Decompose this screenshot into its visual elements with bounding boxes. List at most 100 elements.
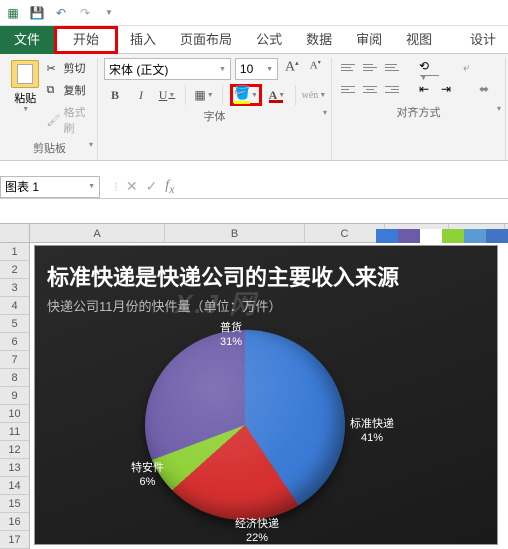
increase-font-button[interactable]: A▴	[282, 59, 301, 79]
align-left-button[interactable]	[338, 80, 358, 98]
decrease-indent-button[interactable]: ⇤	[416, 80, 436, 98]
row-header[interactable]: 16	[0, 513, 29, 531]
copy-label: 复制	[62, 81, 86, 99]
tab-insert[interactable]: 插入	[118, 26, 168, 54]
pie-plot-area: 标准快递 41% 经济快递 22% 特安件 6% 普货 31%	[35, 321, 497, 541]
excel-icon: ▦	[4, 4, 22, 22]
data-label-economy: 经济快递 22%	[235, 517, 279, 546]
align-top-button[interactable]	[338, 58, 358, 76]
column-header[interactable]: C	[305, 224, 385, 242]
pie-slices	[145, 330, 345, 520]
align-center-button[interactable]	[360, 80, 380, 98]
tab-view[interactable]: 视图	[394, 26, 444, 54]
underline-button[interactable]: U▼	[156, 84, 178, 106]
decrease-font-button[interactable]: A▾	[306, 59, 325, 79]
tab-formula[interactable]: 公式	[244, 26, 294, 54]
row-header[interactable]: 8	[0, 369, 29, 387]
select-all-corner[interactable]	[0, 224, 30, 242]
align-group: ⟲▼ ⤶ ⇤ ⇥ ⬌ 对齐方式	[332, 58, 506, 160]
qat-dropdown-icon[interactable]: ▼	[100, 4, 118, 22]
cancel-formula-button[interactable]: ✕	[126, 178, 138, 195]
tab-file[interactable]: 文件	[0, 26, 54, 54]
cut-button[interactable]: ✂剪切	[44, 58, 91, 78]
format-painter-label: 格式刷	[62, 103, 90, 137]
row-header[interactable]: 7	[0, 351, 29, 369]
name-box[interactable]: 图表 1 ▼	[0, 176, 100, 198]
swatch	[486, 229, 508, 243]
fill-color-button[interactable]: ▼	[230, 84, 262, 106]
column-header[interactable]: B	[165, 224, 305, 242]
chevron-down-icon: ▼	[266, 66, 273, 73]
redo-icon[interactable]: ↷	[76, 4, 94, 22]
merge-button[interactable]: ⬌	[476, 80, 496, 98]
fx-icon[interactable]: fx	[165, 178, 174, 196]
paste-icon	[11, 60, 39, 88]
row-header[interactable]: 6	[0, 333, 29, 351]
clipboard-group-label: 剪贴板	[8, 138, 91, 158]
font-family-select[interactable]: 宋体 (正文) ▼	[104, 58, 231, 80]
row-header[interactable]: 4	[0, 297, 29, 315]
row-header[interactable]: 13	[0, 459, 29, 477]
label-value: 22	[246, 532, 258, 544]
name-box-value: 图表 1	[5, 178, 39, 195]
formula-bar-row: 图表 1 ▼ ⁝ ✕ ✓ fx	[0, 169, 508, 199]
row-header[interactable]: 12	[0, 441, 29, 459]
row-header[interactable]: 1	[0, 243, 29, 261]
color-swatches	[376, 229, 508, 243]
row-header[interactable]: 17	[0, 531, 29, 549]
paste-label: 粘贴	[14, 90, 36, 106]
orientation-button[interactable]: ⟲▼	[416, 58, 442, 76]
wrap-text-button[interactable]: ⤶	[460, 58, 480, 76]
chevron-down-icon: ▼	[168, 91, 175, 99]
separator	[222, 85, 223, 105]
tab-page-layout[interactable]: 页面布局	[168, 26, 244, 54]
undo-icon[interactable]: ↶	[52, 4, 70, 22]
copy-button[interactable]: ⧉复制	[44, 80, 91, 100]
label-text: 特安件	[131, 462, 164, 474]
italic-button[interactable]: I	[130, 84, 152, 106]
row-header[interactable]: 5	[0, 315, 29, 333]
row-header[interactable]: 11	[0, 423, 29, 441]
confirm-formula-button[interactable]: ✓	[146, 178, 158, 195]
tab-home[interactable]: 开始	[54, 26, 118, 54]
bold-button[interactable]: B	[104, 84, 126, 106]
tab-data[interactable]: 数据	[294, 26, 344, 54]
font-group: 宋体 (正文) ▼ 10 ▼ A▴ A▾ B I U▼ ▦▼ ▼ A ▼	[98, 58, 332, 160]
increase-indent-button[interactable]: ⇥	[438, 80, 458, 98]
align-middle-button[interactable]	[360, 58, 380, 76]
row-header[interactable]: 3	[0, 279, 29, 297]
format-painter-button[interactable]: 🖌格式刷	[44, 102, 91, 138]
font-size-select[interactable]: 10 ▼	[235, 58, 278, 80]
column-header[interactable]: A	[30, 224, 165, 242]
chevron-down-icon: ▼	[219, 66, 226, 73]
label-unit: %	[146, 476, 156, 488]
data-label-general: 普货 31%	[220, 321, 242, 350]
chevron-down-icon: ▼	[251, 92, 258, 99]
border-button[interactable]: ▦▼	[193, 84, 215, 106]
pie-chart[interactable]: 标准快递是快递公司的主要收入来源 快递公司11月份的快件量（单位：万件） X.J…	[34, 245, 498, 545]
phonetic-button[interactable]: wén▼	[303, 84, 325, 106]
chevron-down-icon: ▼	[319, 91, 326, 99]
separator	[295, 85, 296, 105]
label-unit: %	[232, 336, 242, 348]
separator	[185, 85, 186, 105]
row-header[interactable]: 15	[0, 495, 29, 513]
tab-review[interactable]: 审阅	[344, 26, 394, 54]
cut-label: 剪切	[62, 59, 86, 77]
align-bottom-button[interactable]	[382, 58, 402, 76]
font-color-icon: A	[269, 88, 278, 103]
worksheet: A B C D E 1 2 3 4 5 6 7 8 9 10 11 12 13 …	[0, 223, 508, 243]
save-icon[interactable]: 💾	[28, 4, 46, 22]
row-header[interactable]: 14	[0, 477, 29, 495]
font-color-button[interactable]: A ▼	[266, 84, 288, 106]
align-right-button[interactable]	[382, 80, 402, 98]
data-label-special: 特安件 6%	[131, 461, 164, 490]
tab-design[interactable]: 设计	[458, 26, 508, 54]
label-text: 经济快递	[235, 518, 279, 530]
row-header[interactable]: 2	[0, 261, 29, 279]
row-header[interactable]: 10	[0, 405, 29, 423]
chevron-down-icon: ▼	[22, 106, 29, 113]
paste-button[interactable]: 粘贴 ▼	[8, 58, 42, 138]
row-header[interactable]: 9	[0, 387, 29, 405]
ribbon-tabs: 文件 开始 插入 页面布局 公式 数据 审阅 视图 设计	[0, 26, 508, 54]
